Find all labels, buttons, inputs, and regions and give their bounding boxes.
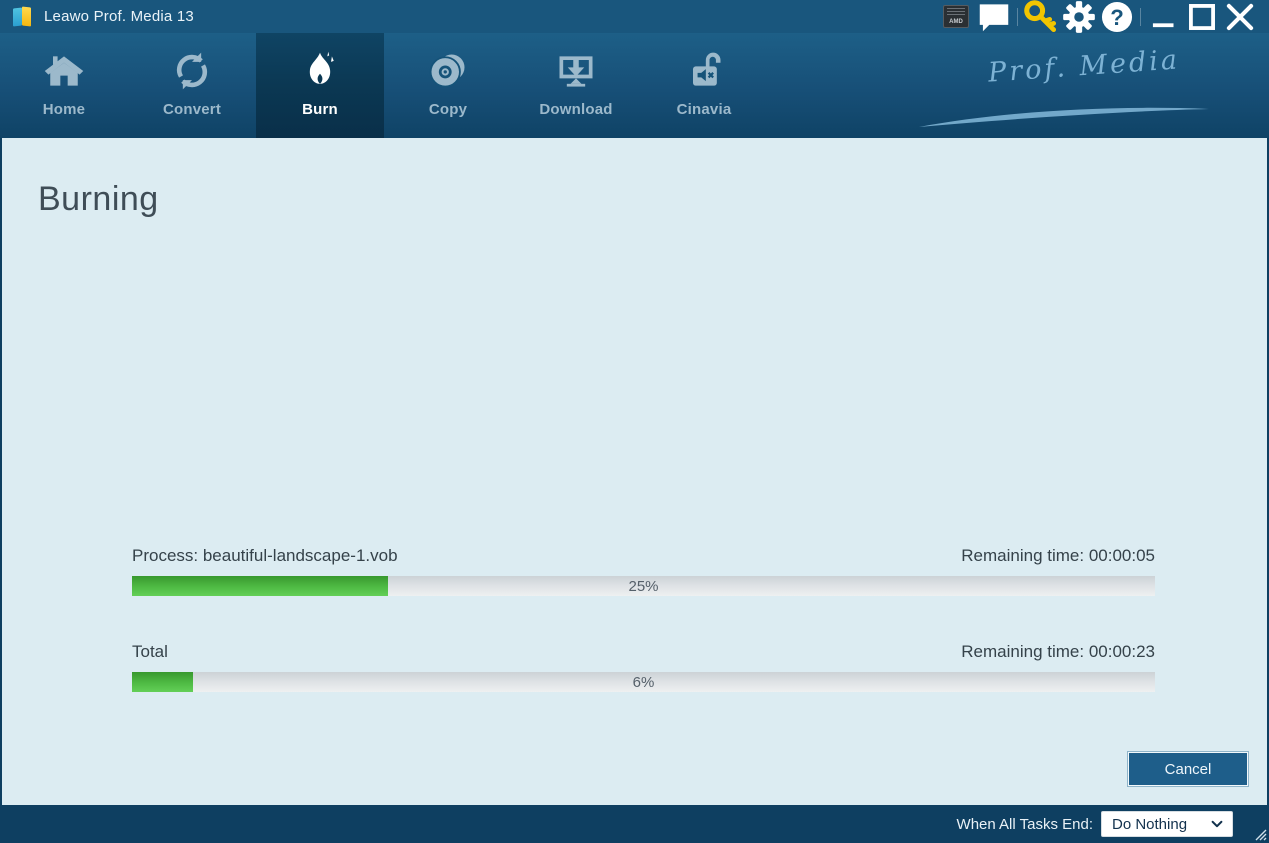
tab-label: Cinavia bbox=[676, 101, 732, 118]
titlebar: Leawo Prof. Media 13 AMD ? bbox=[0, 0, 1269, 33]
brand-script: Prof. Media bbox=[919, 44, 1214, 131]
chevron-down-icon bbox=[1211, 820, 1223, 828]
maximize-button[interactable] bbox=[1183, 3, 1221, 31]
tab-home[interactable]: Home bbox=[0, 33, 128, 138]
when-all-tasks-end-label: When All Tasks End: bbox=[956, 815, 1093, 833]
app-logo-icon bbox=[10, 5, 36, 29]
cancel-button[interactable]: Cancel bbox=[1127, 751, 1249, 787]
task-list: Process: beautiful-landscape-1.vob Remai… bbox=[132, 546, 1155, 692]
remaining-time: Remaining time: 00:00:23 bbox=[961, 642, 1155, 661]
progress-percent: 6% bbox=[632, 673, 655, 691]
tab-convert[interactable]: Convert bbox=[128, 33, 256, 138]
feedback-bubble-icon[interactable] bbox=[975, 3, 1013, 31]
titlebar-separator bbox=[1017, 7, 1018, 26]
footer-bar: When All Tasks End: Do Nothing bbox=[0, 805, 1269, 843]
help-icon[interactable]: ? bbox=[1098, 1, 1136, 32]
tab-label: Convert bbox=[162, 101, 222, 118]
burning-panel: Burning Process: beautiful-landscape-1.v… bbox=[0, 138, 1269, 805]
titlebar-separator bbox=[1140, 7, 1141, 26]
settings-gear-icon[interactable] bbox=[1060, 0, 1098, 33]
minimize-button[interactable] bbox=[1145, 3, 1183, 31]
tab-copy[interactable]: Copy bbox=[384, 33, 512, 138]
selected-option: Do Nothing bbox=[1112, 815, 1188, 833]
tab-label: Copy bbox=[428, 101, 468, 118]
tab-burn[interactable]: Burn bbox=[256, 33, 384, 138]
remaining-time: Remaining time: 00:00:05 bbox=[961, 546, 1155, 565]
tab-label: Burn bbox=[302, 101, 338, 118]
register-key-icon[interactable] bbox=[1022, 0, 1060, 32]
tab-cinavia[interactable]: Cinavia bbox=[640, 33, 768, 138]
tab-label: Download bbox=[539, 101, 613, 118]
svg-text:?: ? bbox=[1110, 4, 1124, 29]
progress-bar-process: 25% bbox=[132, 576, 1155, 596]
task-row-process: Process: beautiful-landscape-1.vob Remai… bbox=[132, 546, 1155, 596]
window-title: Leawo Prof. Media 13 bbox=[44, 8, 194, 25]
progress-percent: 25% bbox=[628, 577, 659, 595]
task-label: Total bbox=[132, 642, 168, 661]
amd-tray-icon[interactable]: AMD bbox=[937, 3, 975, 31]
task-row-total: Total Remaining time: 00:00:23 6% bbox=[132, 642, 1155, 692]
main-nav: Home Convert Burn Copy Download Cinavia … bbox=[0, 33, 1269, 138]
task-label: Process: beautiful-landscape-1.vob bbox=[132, 546, 398, 565]
close-button[interactable] bbox=[1221, 3, 1259, 31]
app-window: Leawo Prof. Media 13 AMD ? Home Convert … bbox=[0, 0, 1269, 843]
when-all-tasks-end-select[interactable]: Do Nothing bbox=[1101, 811, 1233, 837]
progress-bar-total: 6% bbox=[132, 672, 1155, 692]
tab-label: Home bbox=[42, 101, 86, 118]
page-title: Burning bbox=[38, 180, 159, 218]
tab-download[interactable]: Download bbox=[512, 33, 640, 138]
resize-grip[interactable] bbox=[1251, 825, 1267, 841]
